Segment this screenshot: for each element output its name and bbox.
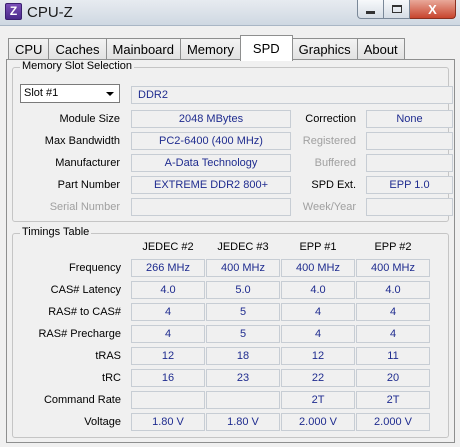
tab-about[interactable]: About [356, 38, 405, 60]
table-cell: 1.80 V [206, 413, 280, 431]
table-cell: 4 [281, 303, 355, 321]
tab-graphics[interactable]: Graphics [291, 38, 358, 60]
table-cell: 4.0 [281, 281, 355, 299]
timings-legend: Timings Table [20, 226, 92, 238]
close-button[interactable]: X [410, 0, 456, 19]
spd-ext-field: EPP 1.0 [366, 176, 453, 194]
module-size-field: 2048 MBytes [131, 110, 291, 128]
minimize-button[interactable] [357, 0, 384, 19]
registered-label: Registered [302, 135, 356, 147]
table-cell: 20 [356, 369, 430, 387]
week-year-label: Week/Year [302, 201, 356, 213]
buffered-field [366, 154, 453, 172]
table-cell: 1.80 V [131, 413, 205, 431]
close-icon: X [428, 1, 437, 17]
cpuz-logo-icon: Z [5, 3, 22, 20]
table-cell: 4.0 [356, 281, 430, 299]
max-bandwidth-label: Max Bandwidth [44, 135, 120, 147]
table-cell: 4 [131, 303, 205, 321]
row-label-tras: tRAS [95, 350, 121, 362]
table-cell: 22 [281, 369, 355, 387]
tab-spd[interactable]: SPD [239, 35, 293, 61]
table-cell: 4 [356, 303, 430, 321]
table-cell: 2T [356, 391, 430, 409]
tab-memory[interactable]: Memory [179, 38, 241, 60]
table-cell: 4 [131, 325, 205, 343]
max-bandwidth-field: PC2-6400 (400 MHz) [131, 132, 291, 150]
row-label-command-rate: Command Rate [43, 394, 121, 406]
col-header-jedec3: JEDEC #3 [217, 241, 269, 253]
week-year-field [366, 198, 453, 216]
table-cell: 12 [131, 347, 205, 365]
buffered-label: Buffered [314, 157, 356, 169]
correction-label: Correction [305, 113, 356, 125]
table-cell [131, 391, 205, 409]
table-cell: 18 [206, 347, 280, 365]
table-cell: 5 [206, 303, 280, 321]
module-size-label: Module Size [59, 113, 120, 125]
title-bar[interactable]: Z CPU-Z X [0, 0, 460, 26]
serial-number-label: Serial Number [49, 201, 120, 213]
manufacturer-field: A-Data Technology [131, 154, 291, 172]
table-cell: 4 [356, 325, 430, 343]
memory-slot-legend: Memory Slot Selection [20, 60, 135, 72]
table-cell: 5 [206, 325, 280, 343]
maximize-button[interactable] [384, 0, 410, 19]
memory-type-field: DDR2 [131, 86, 453, 104]
spd-ext-label: SPD Ext. [311, 179, 356, 191]
row-label-voltage: Voltage [84, 416, 121, 428]
window-title: CPU-Z [27, 4, 73, 21]
table-cell: 5.0 [206, 281, 280, 299]
correction-field: None [366, 110, 453, 128]
tab-cpu[interactable]: CPU [8, 38, 50, 60]
registered-field [366, 132, 453, 150]
chevron-down-icon[interactable] [103, 86, 117, 101]
slot-select[interactable]: Slot #1 [20, 84, 120, 103]
tab-mainboard[interactable]: Mainboard [105, 38, 181, 60]
table-cell: 16 [131, 369, 205, 387]
maximize-icon [391, 5, 402, 13]
table-cell: 4.0 [131, 281, 205, 299]
table-cell: 400 MHz [206, 259, 280, 277]
col-header-epp1: EPP #1 [299, 241, 337, 253]
col-header-epp2: EPP #2 [374, 241, 412, 253]
minimize-icon [366, 10, 375, 14]
part-number-label: Part Number [57, 179, 120, 191]
row-label-trc: tRC [102, 372, 121, 384]
table-cell: 2.000 V [356, 413, 430, 431]
table-cell: 4 [281, 325, 355, 343]
table-cell: 400 MHz [281, 259, 355, 277]
table-cell: 12 [281, 347, 355, 365]
col-header-jedec2: JEDEC #2 [142, 241, 194, 253]
table-cell: 23 [206, 369, 280, 387]
row-label-frequency: Frequency [69, 262, 121, 274]
part-number-field: EXTREME DDR2 800+ [131, 176, 291, 194]
manufacturer-label: Manufacturer [55, 157, 120, 169]
table-cell: 2T [281, 391, 355, 409]
slot-select-value: Slot #1 [24, 87, 59, 99]
table-cell: 2.000 V [281, 413, 355, 431]
row-label-cas-latency: CAS# Latency [50, 284, 121, 296]
table-cell: 400 MHz [356, 259, 430, 277]
serial-number-field [131, 198, 291, 216]
table-cell [206, 391, 280, 409]
tab-bar: CPU Caches Mainboard Memory SPD Graphics… [8, 35, 405, 61]
table-cell: 266 MHz [131, 259, 205, 277]
row-label-ras-precharge: RAS# Precharge [38, 328, 121, 340]
table-cell: 11 [356, 347, 430, 365]
tab-caches[interactable]: Caches [48, 38, 107, 60]
row-label-ras-to-cas: RAS# to CAS# [48, 306, 121, 318]
